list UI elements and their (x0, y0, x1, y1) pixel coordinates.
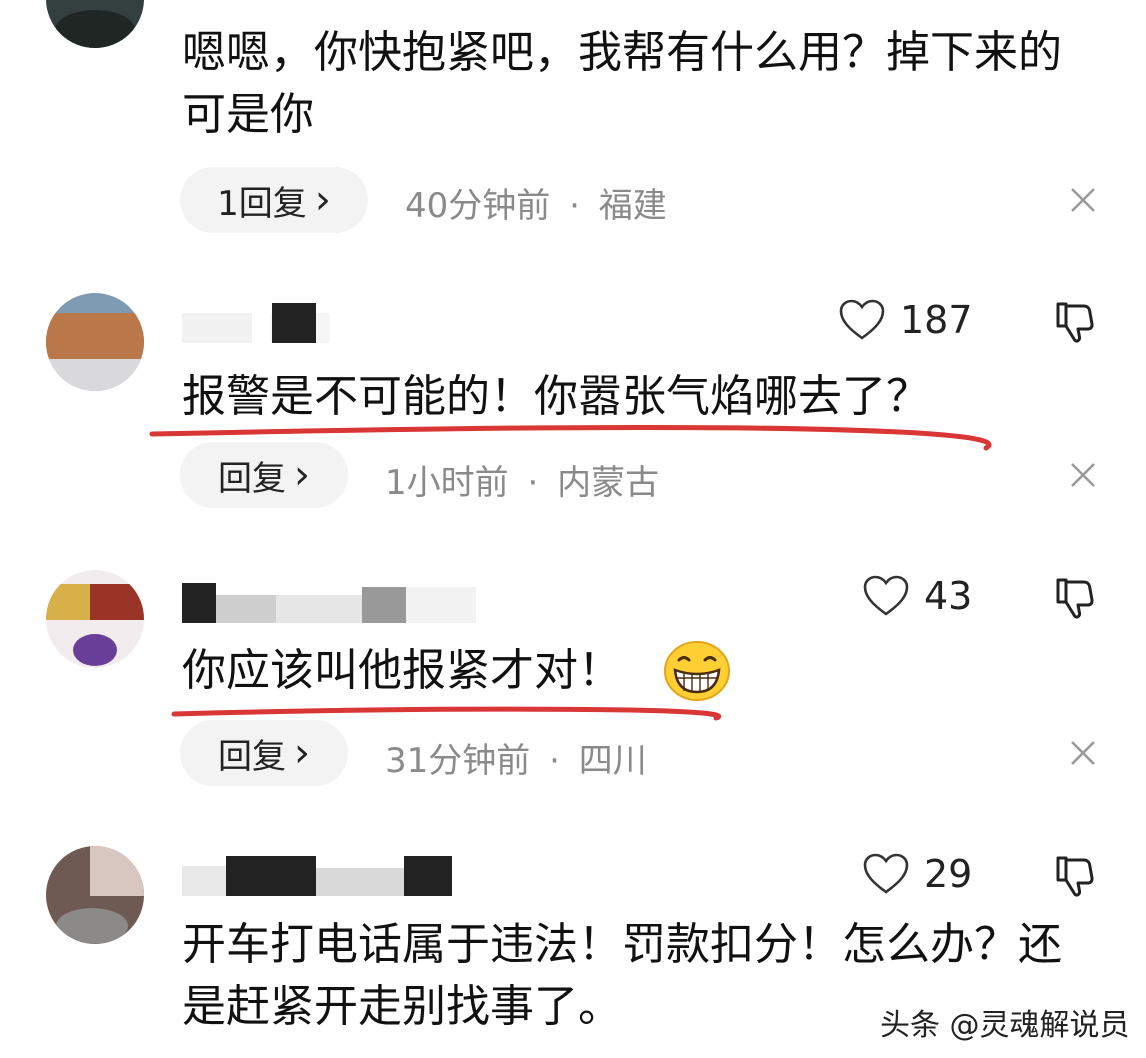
username-redacted (182, 303, 502, 343)
thumbs-down-icon[interactable] (1050, 298, 1098, 346)
comment-meta: 40分钟前 · 福建 (405, 186, 667, 226)
like-button[interactable]: 187 (838, 298, 973, 342)
like-button[interactable]: 29 (862, 852, 972, 896)
location: 内蒙古 (557, 463, 660, 503)
comment-text: 嗯嗯，你快抱紧吧，我帮有什么用？掉下来的可是你 (182, 27, 1062, 140)
close-icon[interactable] (1068, 460, 1098, 490)
chevron-right-icon: › (294, 452, 310, 498)
avatar-image (46, 0, 144, 48)
chevron-right-icon: › (314, 177, 331, 223)
close-icon[interactable] (1068, 185, 1098, 215)
avatar[interactable] (46, 846, 144, 944)
avatar[interactable] (46, 570, 144, 668)
heart-icon (863, 853, 909, 894)
thumbs-down-icon[interactable] (1050, 852, 1098, 900)
location: 福建 (598, 186, 667, 226)
like-count: 43 (924, 574, 973, 618)
avatar[interactable] (46, 0, 144, 48)
timestamp: 1小时前 (385, 463, 509, 503)
watermark: 头条 @灵魂解说员 (880, 1008, 1130, 1043)
avatar-image (46, 570, 144, 668)
grinning-face-emoji-icon (664, 641, 730, 701)
chevron-right-icon: › (294, 730, 310, 776)
timestamp: 31分钟前 (385, 741, 531, 781)
reply-button[interactable]: 1回复 › (180, 167, 368, 233)
reply-button[interactable]: 回复 › (180, 720, 348, 786)
heart-icon (863, 575, 909, 616)
comment-meta: 31分钟前 · 四川 (385, 741, 647, 781)
username-redacted (182, 856, 502, 896)
avatar[interactable] (46, 293, 144, 391)
heart-icon (839, 299, 885, 340)
comment-text: 你应该叫他报紧才对！ (182, 645, 622, 696)
reply-button[interactable]: 回复 › (180, 442, 348, 508)
username-redacted (182, 583, 502, 623)
timestamp: 40分钟前 (405, 186, 551, 226)
thumbs-down-icon[interactable] (1050, 574, 1098, 622)
comment-meta: 1小时前 · 内蒙古 (385, 463, 660, 503)
like-button[interactable]: 43 (862, 574, 972, 618)
like-count: 29 (924, 852, 973, 896)
close-icon[interactable] (1068, 738, 1098, 768)
like-count: 187 (900, 298, 973, 342)
location: 四川 (578, 741, 647, 781)
avatar-image (46, 293, 144, 391)
avatar-image (46, 846, 144, 944)
